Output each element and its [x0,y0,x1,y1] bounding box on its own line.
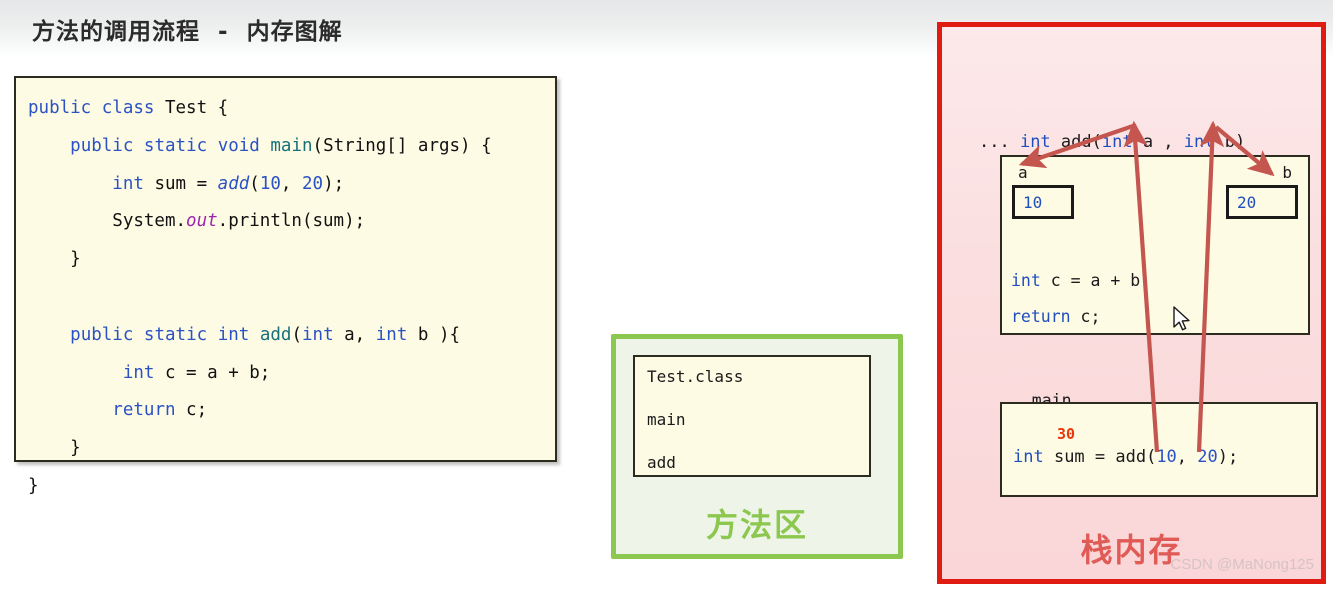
add-frame-code-line-1: int c = a + b; [1011,271,1151,290]
param-b-value: 20 [1237,193,1257,212]
main-frame-result-annotation: 30 [1057,425,1076,443]
add-method-signature: ... int add(int a , int b) [979,132,1246,152]
method-area-class-box: Test.class main add [633,355,871,477]
stack-memory-panel: ... int add(int a , int b) a b 10 20 int… [937,22,1326,584]
param-a-value: 10 [1023,193,1043,212]
add-stack-frame: a b 10 20 int c = a + b; return c; [1000,155,1310,335]
csdn-watermark: CSDN @MaNong125 [1170,556,1314,573]
method-area-entry-main: main [647,410,686,429]
param-b-label: b [1282,163,1292,182]
method-area-label: 方法区 [705,506,808,544]
method-area-box: Test.class main add 方法区 [611,334,903,559]
main-stack-frame: 30 int sum = add(10, 20); [1000,402,1318,497]
code-body: public class Test { public static void m… [28,98,492,496]
param-a-value-box: 10 [1012,185,1074,219]
param-b-value-box: 20 [1226,185,1298,219]
method-area-entry-add: add [647,453,676,472]
param-a-label: a [1018,163,1028,182]
method-area-entry-class: Test.class [647,367,744,386]
main-frame-code-line: int sum = add(10, 20); [1013,447,1239,467]
page-title: 方法的调用流程 - 内存图解 [32,19,343,45]
java-source-code-panel: public class Test { public static void m… [14,76,557,496]
add-frame-code-line-2: return c; [1011,307,1101,326]
